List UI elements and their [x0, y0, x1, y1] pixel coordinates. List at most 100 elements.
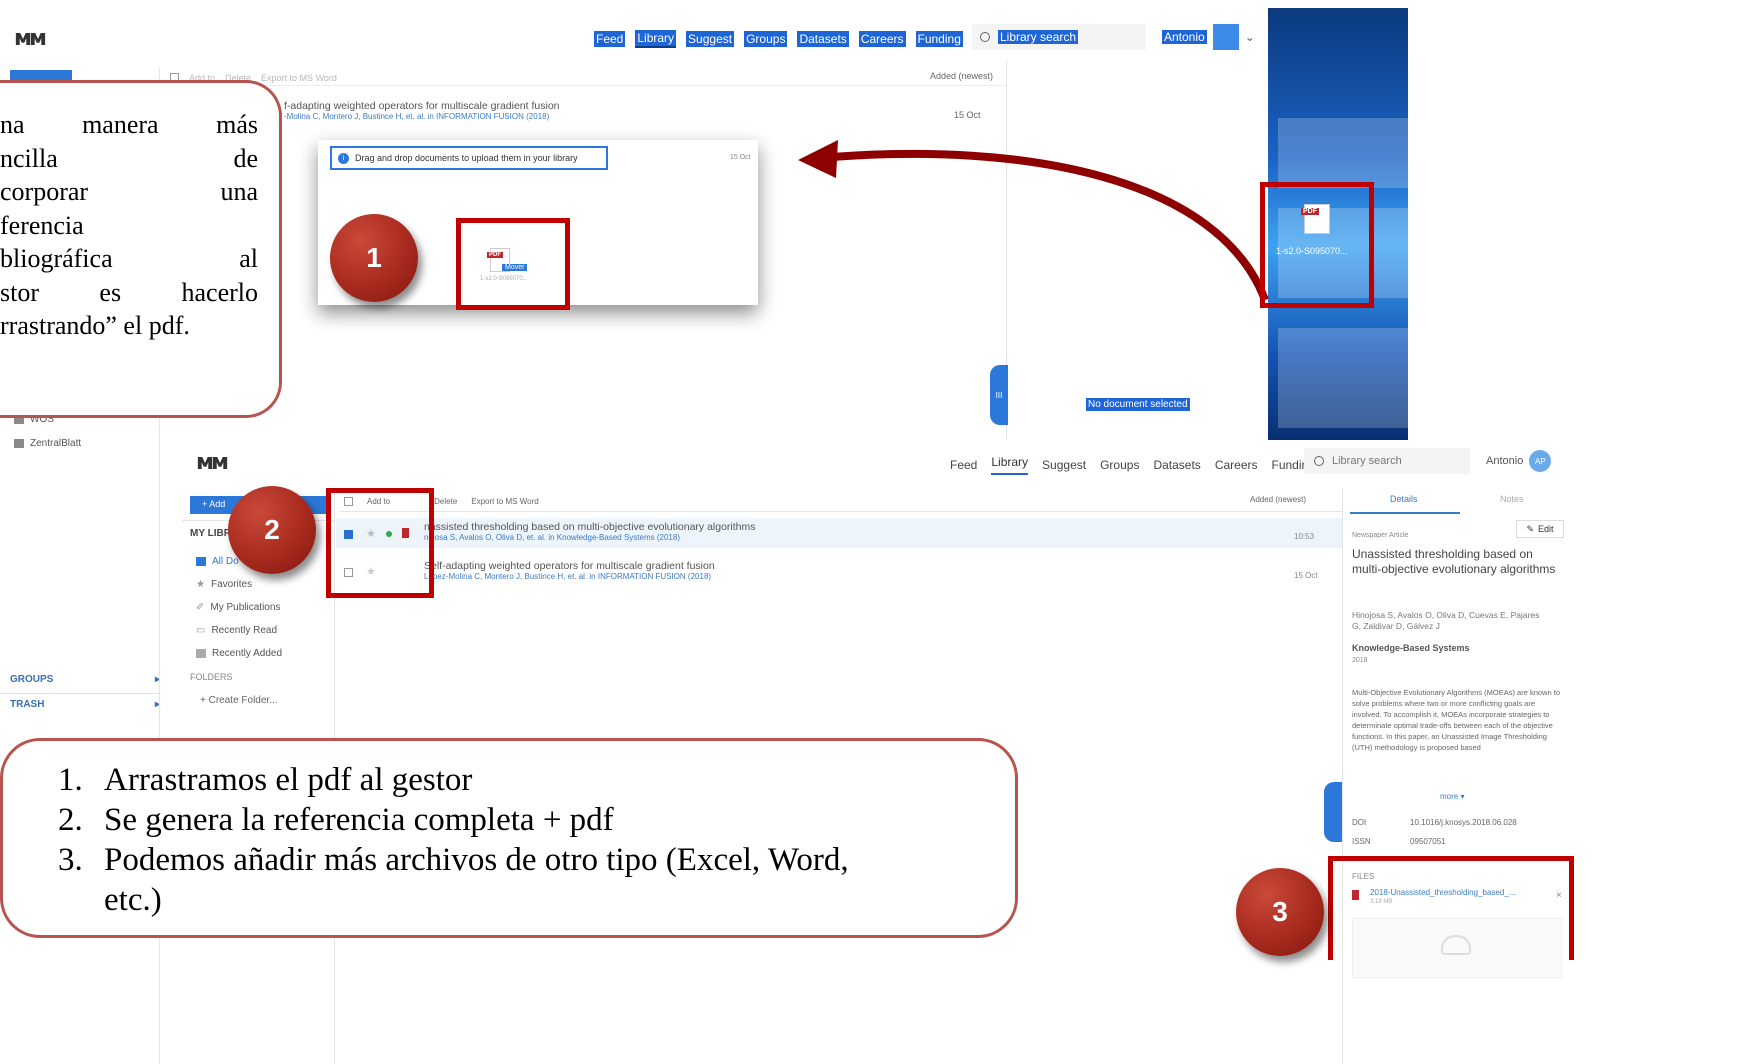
doc-row-2: Self-adapting weighted operators for mul…: [424, 560, 715, 581]
step-badge-1: 1: [330, 214, 418, 302]
doc-row-1: nassisted thresholding based on multi-ob…: [424, 521, 756, 542]
top-user-menu[interactable]: Antonio ⌄: [1162, 24, 1255, 50]
doc-type: Newspaper Article: [1352, 532, 1409, 539]
sidebar-item-my-publications[interactable]: ✐ My Publications: [196, 596, 280, 619]
steps-list: 1. Arrastramos el pdf al gestor 2. Se gene…: [58, 760, 998, 920]
avatar: AP: [1529, 450, 1552, 472]
mendeley-logo-2[interactable]: ᴍᴍ: [196, 450, 229, 475]
step-item: etc.): [104, 882, 162, 918]
bottom-search[interactable]: Library search: [1304, 448, 1470, 474]
bottom-nav: Feed Library Suggest Groups Datasets Car…: [950, 455, 1315, 475]
nav-feed[interactable]: Feed: [594, 31, 626, 47]
detail-doi: DOI 10.1016/j.knosys.2018.06.028: [1352, 818, 1517, 827]
user-name: Antonio: [1162, 30, 1207, 44]
callout-line: stor es hacerlo: [0, 277, 258, 307]
doc-title: nassisted thresholding based on multi-ob…: [424, 521, 756, 533]
popup-date: 15 Oct: [730, 154, 751, 161]
nav-feed[interactable]: Feed: [950, 458, 977, 472]
tab-details[interactable]: Details: [1390, 494, 1418, 504]
nav-careers[interactable]: Careers: [858, 31, 906, 47]
collapse-panel-handle[interactable]: [1324, 782, 1342, 842]
step-badge-3: 3: [1236, 868, 1324, 956]
nav-datasets[interactable]: Datasets: [797, 31, 849, 47]
nav-library[interactable]: Library: [991, 455, 1029, 475]
detail-issn: ISSN 09507051: [1352, 837, 1446, 846]
nav-datasets[interactable]: Datasets: [1153, 458, 1200, 472]
detail-journal: Knowledge-Based Systems: [1352, 643, 1470, 653]
callout-line: ferencia: [0, 210, 84, 240]
highlight-files: [1328, 856, 1574, 960]
doc-title: f-adapting weighted operators for multis…: [284, 100, 560, 112]
bottom-user-menu[interactable]: Antonio AP: [1486, 450, 1552, 472]
nav-suggest[interactable]: Suggest: [686, 31, 735, 47]
drop-message: Drag and drop documents to upload them i…: [355, 153, 578, 163]
drag-arrow: [798, 140, 1269, 302]
collapse-panel-handle[interactable]: III: [990, 365, 1008, 425]
doc-date: 15 Oct: [1294, 571, 1318, 580]
sidebar-item-all-docs[interactable]: All Do: [196, 550, 239, 573]
nav-groups[interactable]: Groups: [1100, 458, 1139, 472]
doc-authors: Lopez-Molina C, Montero J, Bustince H, e…: [424, 572, 712, 581]
export-button[interactable]: Export to MS Word: [471, 497, 538, 506]
callout-line: ncilla de: [0, 143, 258, 173]
step-item: 3. Podemos añadir más archivos de otro ti…: [58, 842, 849, 878]
callout-line: corporar una: [0, 177, 258, 206]
detail-year: 2018: [1352, 657, 1368, 664]
edit-button[interactable]: ✎ Edit: [1516, 520, 1564, 538]
nav-groups[interactable]: Groups: [744, 31, 788, 47]
user-name: Antonio: [1486, 455, 1524, 467]
drop-banner: i Drag and drop documents to upload them…: [330, 146, 608, 170]
publications-icon: ✐: [196, 602, 205, 613]
create-folder-button[interactable]: + Create Folder...: [200, 695, 278, 706]
search-placeholder: Library search: [998, 30, 1079, 44]
pencil-icon: ✎: [1526, 523, 1535, 534]
delete-button[interactable]: Delete: [434, 497, 457, 506]
book-icon: ▭: [196, 625, 206, 636]
doc-authors: nojosa S, Avalos O, Oliva D, et. al. in …: [424, 533, 680, 542]
sidebar-item-recently-read[interactable]: ▭ Recently Read: [196, 619, 277, 642]
top-toolbar: Add to Delete Export to MS Word: [170, 70, 1006, 86]
bottom-toolbar: Add to Delete Export to MS Word: [340, 492, 1342, 512]
top-doc-row[interactable]: f-adapting weighted operators for multis…: [284, 100, 1004, 121]
doc-date: 15 Oct: [954, 110, 981, 120]
search-placeholder: Library search: [1332, 455, 1402, 467]
doc-date: 10:53: [1294, 532, 1315, 541]
nav-suggest[interactable]: Suggest: [1042, 458, 1086, 472]
nav-funding[interactable]: Funding: [915, 31, 963, 47]
chevron-down-icon: ⌄: [1244, 30, 1255, 44]
bottom-sort-dropdown[interactable]: Added (newest): [1250, 495, 1306, 504]
step-item: 1. Arrastramos el pdf al gestor: [58, 762, 473, 798]
documents-icon: [196, 557, 206, 566]
sidebar-item-favorites[interactable]: ★ Favorites: [196, 573, 252, 596]
no-document-label: No document selected: [1086, 398, 1190, 411]
nav-library[interactable]: Library: [635, 30, 677, 48]
callout-line: bliográfica al: [0, 244, 258, 273]
search-icon: [980, 32, 990, 42]
step-badge-2: 2: [228, 486, 316, 574]
search-icon: [1314, 456, 1324, 466]
nav-careers[interactable]: Careers: [1215, 458, 1258, 472]
export-button[interactable]: Export to MS Word: [261, 73, 337, 83]
avatar: [1212, 24, 1239, 50]
top-sort-dropdown[interactable]: Added (newest): [930, 71, 993, 81]
detail-authors: Hinojosa S, Avalos O, Oliva D, Cuevas E,…: [1352, 610, 1540, 631]
tab-details-underline: [1350, 512, 1460, 514]
mendeley-logo[interactable]: ᴍᴍ: [14, 26, 47, 51]
highlight-desktop-file: [1260, 182, 1374, 308]
star-icon: ★: [196, 579, 205, 590]
top-search[interactable]: Library search: [972, 24, 1146, 50]
step-item: 2. Se genera la referencia completa + pdf: [58, 802, 614, 838]
top-nav: Feed Library Suggest Groups Datasets Car…: [594, 30, 963, 48]
doc-title: Self-adapting weighted operators for mul…: [424, 560, 715, 572]
callout-line: na manera más: [0, 110, 258, 139]
callout-top-text: na manera más ncilla de corporar una ferenci…: [0, 108, 258, 343]
folders-heading: FOLDERS: [190, 672, 233, 682]
my-library-heading: MY LIBR: [190, 528, 231, 539]
detail-abstract: Multi-Objective Evolutionary Algorithms …: [1352, 688, 1560, 752]
highlight-row-controls: [326, 488, 434, 598]
sidebar-item-recently-added[interactable]: Recently Added: [196, 642, 282, 665]
tab-notes[interactable]: Notes: [1500, 494, 1524, 504]
recently-added-icon: [196, 649, 206, 658]
detail-title: Unassisted thresholding based on multi-o…: [1352, 547, 1556, 576]
more-link[interactable]: more ▾: [1440, 792, 1464, 801]
